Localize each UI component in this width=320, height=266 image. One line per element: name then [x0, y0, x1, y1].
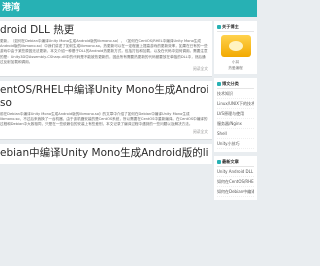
post-excerpt: 更新，（如何在Debian中编译Unity Mono生成Android版的lib…	[0, 39, 208, 64]
post-card: entOS/RHEL中编译Unity Mono生成Android版 so 前在D…	[0, 81, 212, 140]
post-card: ebian中编译Unity Mono生成Android版的libmono.so	[0, 143, 212, 164]
latest-posts-widget: 最新文章 Unity Android DLL 热更 如何在CentOS/RHEL…	[214, 156, 257, 200]
widget-heading: 最新文章	[217, 158, 254, 167]
widget-heading: 博文分类	[217, 80, 254, 89]
site-header: 港湾	[0, 0, 257, 17]
post-title[interactable]: ebian中编译Unity Mono生成Android版的libmono.so	[0, 147, 208, 160]
post-title[interactable]: droid DLL 热更	[0, 24, 208, 37]
category-widget: 博文分类 技术知识 Linux/UNIX下的技术 LVS原理与使用 服务器/Ng…	[214, 78, 257, 152]
site-title[interactable]: 港湾	[2, 3, 20, 13]
info-icon	[217, 25, 221, 29]
post-card: droid DLL 热更 更新，（如何在Debian中编译Unity Mono生…	[0, 21, 212, 78]
category-link[interactable]: Unity小技巧	[217, 139, 254, 149]
read-more-link[interactable]: 阅读全文	[0, 66, 208, 72]
latest-post-link[interactable]: 如何在CentOS/RHEL中编译Unity Mono	[217, 177, 254, 187]
category-link[interactable]: 技术知识	[217, 89, 254, 99]
list-icon	[217, 160, 221, 164]
category-link[interactable]: 服务器/Nginx	[217, 119, 254, 129]
category-link[interactable]: Shell	[217, 129, 254, 139]
post-excerpt: 前在Debian中编译Unity Mono生成Android版的libmono.…	[0, 112, 208, 127]
latest-post-link[interactable]: 如何在Debian中编译	[217, 187, 254, 197]
post-title[interactable]: entOS/RHEL中编译Unity Mono生成Android版	[0, 84, 208, 97]
category-link[interactable]: Linux/UNIX下的技术	[217, 99, 254, 109]
post-list: droid DLL 热更 更新，（如何在Debian中编译Unity Mono生…	[0, 17, 212, 266]
sidebar: 关于博主 小耳 热爱编程 博文分类 技术知识 Linux/UNIX下的技术 LV…	[214, 17, 257, 266]
avatar	[220, 35, 251, 57]
read-more-link[interactable]: 阅读全文	[0, 129, 208, 135]
category-link[interactable]: LVS原理与使用	[217, 109, 254, 119]
post-title-line2[interactable]: so	[0, 97, 208, 110]
folder-icon	[217, 82, 221, 86]
latest-post-link[interactable]: Unity Android DLL 热更	[217, 167, 254, 177]
widget-heading: 关于博主	[217, 23, 254, 32]
author-bio: 热爱编程	[228, 66, 243, 70]
about-widget: 关于博主 小耳 热爱编程	[214, 21, 257, 74]
